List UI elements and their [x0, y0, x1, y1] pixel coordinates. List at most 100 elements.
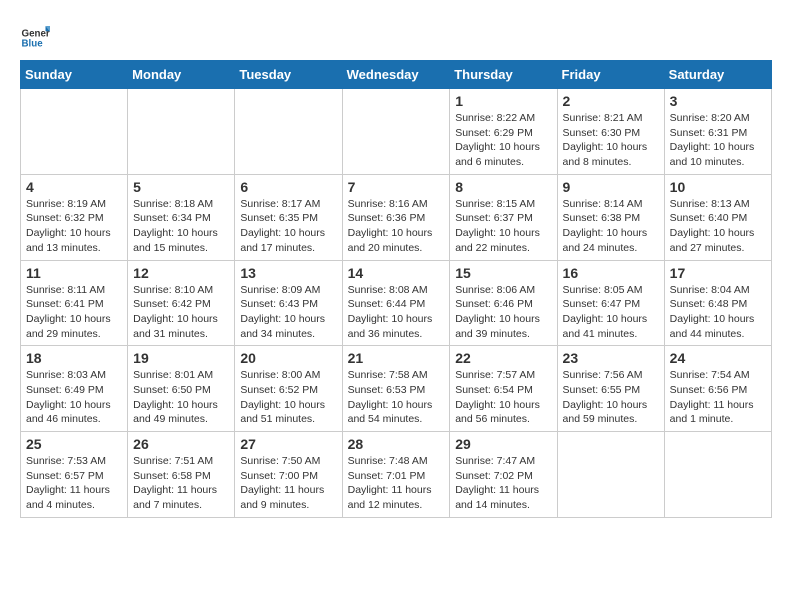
day-number: 16 [563, 265, 659, 281]
calendar-cell: 7 Sunrise: 8:16 AM Sunset: 6:36 PM Daylig… [342, 174, 450, 260]
day-number: 15 [455, 265, 551, 281]
day-info: Sunrise: 8:20 AM Sunset: 6:31 PM Dayligh… [670, 111, 766, 170]
day-number: 1 [455, 93, 551, 109]
calendar-cell: 13 Sunrise: 8:09 AM Sunset: 6:43 PM Dayli… [235, 260, 342, 346]
day-info: Sunrise: 8:01 AM Sunset: 6:50 PM Dayligh… [133, 368, 229, 427]
calendar: SundayMondayTuesdayWednesdayThursdayFrid… [20, 60, 772, 518]
day-number: 6 [240, 179, 336, 195]
day-info: Sunrise: 8:10 AM Sunset: 6:42 PM Dayligh… [133, 283, 229, 342]
calendar-header-row: SundayMondayTuesdayWednesdayThursdayFrid… [21, 61, 772, 89]
calendar-cell: 10 Sunrise: 8:13 AM Sunset: 6:40 PM Dayli… [664, 174, 771, 260]
day-info: Sunrise: 8:13 AM Sunset: 6:40 PM Dayligh… [670, 197, 766, 256]
day-info: Sunrise: 8:11 AM Sunset: 6:41 PM Dayligh… [26, 283, 122, 342]
day-info: Sunrise: 7:54 AM Sunset: 6:56 PM Dayligh… [670, 368, 766, 427]
calendar-cell: 8 Sunrise: 8:15 AM Sunset: 6:37 PM Daylig… [450, 174, 557, 260]
day-info: Sunrise: 7:53 AM Sunset: 6:57 PM Dayligh… [26, 454, 122, 513]
calendar-week-row: 4 Sunrise: 8:19 AM Sunset: 6:32 PM Daylig… [21, 174, 772, 260]
calendar-cell: 4 Sunrise: 8:19 AM Sunset: 6:32 PM Daylig… [21, 174, 128, 260]
day-number: 12 [133, 265, 229, 281]
header-sunday: Sunday [21, 61, 128, 89]
day-number: 22 [455, 350, 551, 366]
calendar-cell: 26 Sunrise: 7:51 AM Sunset: 6:58 PM Dayli… [128, 432, 235, 518]
day-info: Sunrise: 8:00 AM Sunset: 6:52 PM Dayligh… [240, 368, 336, 427]
day-number: 4 [26, 179, 122, 195]
calendar-cell: 15 Sunrise: 8:06 AM Sunset: 6:46 PM Dayli… [450, 260, 557, 346]
day-info: Sunrise: 8:06 AM Sunset: 6:46 PM Dayligh… [455, 283, 551, 342]
day-number: 23 [563, 350, 659, 366]
day-number: 13 [240, 265, 336, 281]
day-info: Sunrise: 8:22 AM Sunset: 6:29 PM Dayligh… [455, 111, 551, 170]
day-info: Sunrise: 7:48 AM Sunset: 7:01 PM Dayligh… [348, 454, 445, 513]
calendar-cell [342, 89, 450, 175]
day-info: Sunrise: 7:57 AM Sunset: 6:54 PM Dayligh… [455, 368, 551, 427]
day-info: Sunrise: 8:19 AM Sunset: 6:32 PM Dayligh… [26, 197, 122, 256]
day-info: Sunrise: 8:05 AM Sunset: 6:47 PM Dayligh… [563, 283, 659, 342]
day-number: 5 [133, 179, 229, 195]
calendar-cell: 17 Sunrise: 8:04 AM Sunset: 6:48 PM Dayli… [664, 260, 771, 346]
day-number: 28 [348, 436, 445, 452]
calendar-cell: 27 Sunrise: 7:50 AM Sunset: 7:00 PM Dayli… [235, 432, 342, 518]
calendar-cell [664, 432, 771, 518]
calendar-cell: 1 Sunrise: 8:22 AM Sunset: 6:29 PM Daylig… [450, 89, 557, 175]
header-friday: Friday [557, 61, 664, 89]
day-number: 26 [133, 436, 229, 452]
calendar-cell [557, 432, 664, 518]
header-thursday: Thursday [450, 61, 557, 89]
calendar-week-row: 25 Sunrise: 7:53 AM Sunset: 6:57 PM Dayli… [21, 432, 772, 518]
day-number: 17 [670, 265, 766, 281]
calendar-cell: 23 Sunrise: 7:56 AM Sunset: 6:55 PM Dayli… [557, 346, 664, 432]
day-info: Sunrise: 8:08 AM Sunset: 6:44 PM Dayligh… [348, 283, 445, 342]
day-number: 10 [670, 179, 766, 195]
calendar-cell: 11 Sunrise: 8:11 AM Sunset: 6:41 PM Dayli… [21, 260, 128, 346]
day-info: Sunrise: 8:17 AM Sunset: 6:35 PM Dayligh… [240, 197, 336, 256]
day-info: Sunrise: 7:56 AM Sunset: 6:55 PM Dayligh… [563, 368, 659, 427]
svg-text:Blue: Blue [22, 38, 44, 49]
day-info: Sunrise: 7:58 AM Sunset: 6:53 PM Dayligh… [348, 368, 445, 427]
header-monday: Monday [128, 61, 235, 89]
calendar-cell: 28 Sunrise: 7:48 AM Sunset: 7:01 PM Dayli… [342, 432, 450, 518]
calendar-cell [235, 89, 342, 175]
calendar-cell: 3 Sunrise: 8:20 AM Sunset: 6:31 PM Daylig… [664, 89, 771, 175]
calendar-cell [21, 89, 128, 175]
calendar-week-row: 1 Sunrise: 8:22 AM Sunset: 6:29 PM Daylig… [21, 89, 772, 175]
calendar-cell: 24 Sunrise: 7:54 AM Sunset: 6:56 PM Dayli… [664, 346, 771, 432]
day-number: 27 [240, 436, 336, 452]
day-info: Sunrise: 8:18 AM Sunset: 6:34 PM Dayligh… [133, 197, 229, 256]
calendar-cell: 16 Sunrise: 8:05 AM Sunset: 6:47 PM Dayli… [557, 260, 664, 346]
calendar-week-row: 18 Sunrise: 8:03 AM Sunset: 6:49 PM Dayli… [21, 346, 772, 432]
calendar-cell: 6 Sunrise: 8:17 AM Sunset: 6:35 PM Daylig… [235, 174, 342, 260]
calendar-cell: 2 Sunrise: 8:21 AM Sunset: 6:30 PM Daylig… [557, 89, 664, 175]
day-info: Sunrise: 8:04 AM Sunset: 6:48 PM Dayligh… [670, 283, 766, 342]
calendar-cell: 14Sunrise: 8:08 AM Sunset: 6:44 PM Dayli… [342, 260, 450, 346]
day-number: 8 [455, 179, 551, 195]
calendar-week-row: 11 Sunrise: 8:11 AM Sunset: 6:41 PM Dayli… [21, 260, 772, 346]
day-number: 2 [563, 93, 659, 109]
day-number: 18 [26, 350, 122, 366]
day-number: 9 [563, 179, 659, 195]
day-info: Sunrise: 8:21 AM Sunset: 6:30 PM Dayligh… [563, 111, 659, 170]
day-info: Sunrise: 8:09 AM Sunset: 6:43 PM Dayligh… [240, 283, 336, 342]
calendar-cell: 29 Sunrise: 7:47 AM Sunset: 7:02 PM Dayli… [450, 432, 557, 518]
day-number: 3 [670, 93, 766, 109]
calendar-cell: 22 Sunrise: 7:57 AM Sunset: 6:54 PM Dayli… [450, 346, 557, 432]
calendar-cell: 12 Sunrise: 8:10 AM Sunset: 6:42 PM Dayli… [128, 260, 235, 346]
header-saturday: Saturday [664, 61, 771, 89]
calendar-cell [128, 89, 235, 175]
day-info: Sunrise: 7:51 AM Sunset: 6:58 PM Dayligh… [133, 454, 229, 513]
day-info: Sunrise: 8:16 AM Sunset: 6:36 PM Dayligh… [348, 197, 445, 256]
calendar-cell: 9Sunrise: 8:14 AM Sunset: 6:38 PM Daylig… [557, 174, 664, 260]
header-wednesday: Wednesday [342, 61, 450, 89]
day-info: Sunrise: 8:03 AM Sunset: 6:49 PM Dayligh… [26, 368, 122, 427]
day-number: 29 [455, 436, 551, 452]
day-number: 25 [26, 436, 122, 452]
logo: General Blue [20, 20, 50, 50]
calendar-cell: 19Sunrise: 8:01 AM Sunset: 6:50 PM Dayli… [128, 346, 235, 432]
logo-icon: General Blue [20, 20, 50, 50]
day-number: 11 [26, 265, 122, 281]
calendar-cell: 20Sunrise: 8:00 AM Sunset: 6:52 PM Dayli… [235, 346, 342, 432]
day-info: Sunrise: 7:47 AM Sunset: 7:02 PM Dayligh… [455, 454, 551, 513]
day-info: Sunrise: 7:50 AM Sunset: 7:00 PM Dayligh… [240, 454, 336, 513]
day-number: 7 [348, 179, 445, 195]
day-info: Sunrise: 8:15 AM Sunset: 6:37 PM Dayligh… [455, 197, 551, 256]
day-number: 24 [670, 350, 766, 366]
